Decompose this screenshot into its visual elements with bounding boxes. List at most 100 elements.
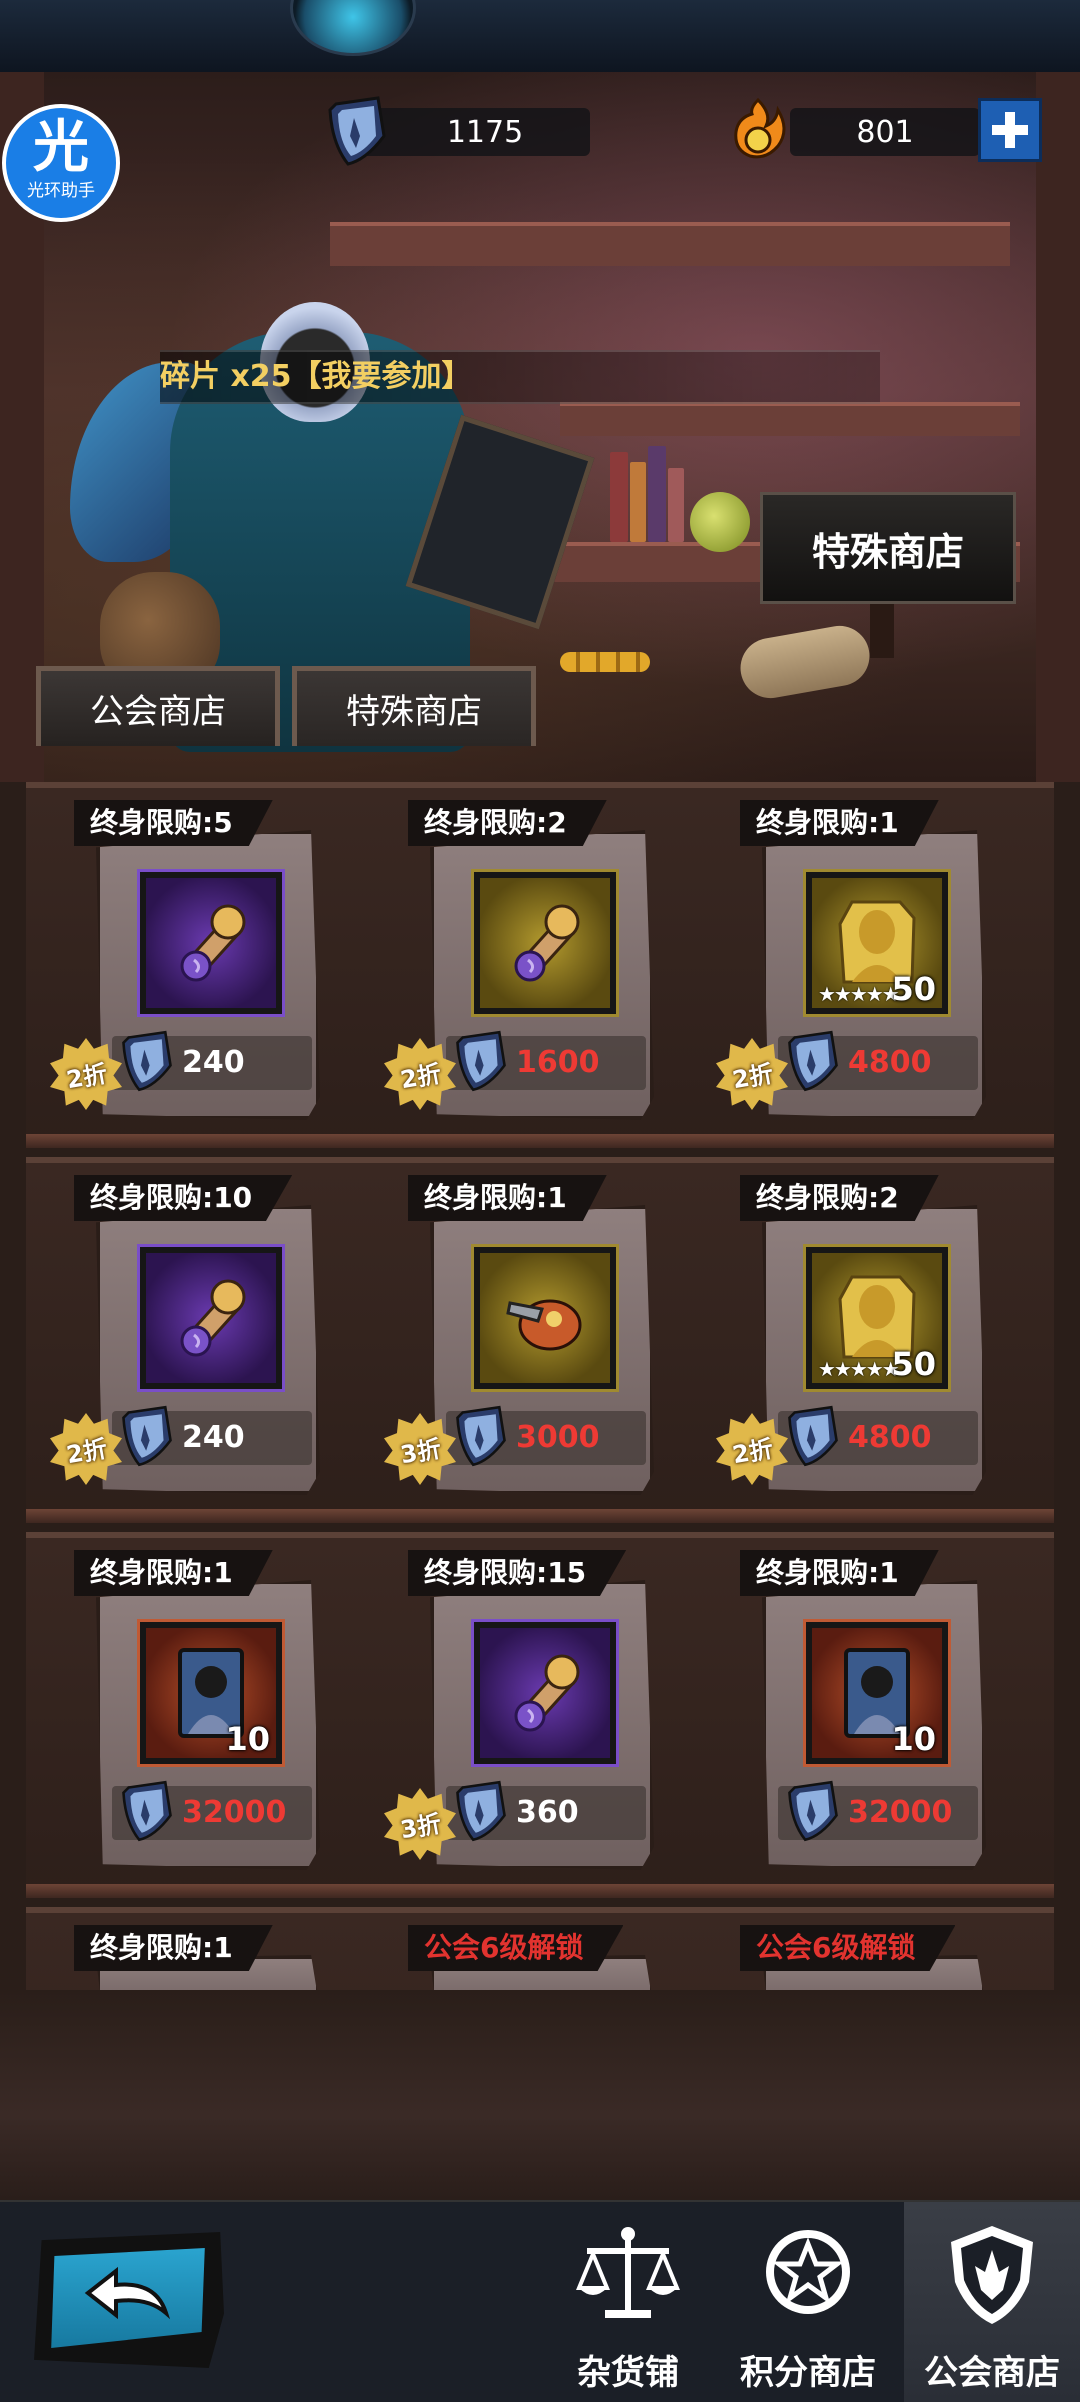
books [610, 442, 690, 542]
shield-coin-icon [122, 1780, 172, 1842]
purchase-limit-label: 终身限购:15 [408, 1550, 627, 1596]
price-tag[interactable]: 32000 [778, 1780, 978, 1842]
back-button-face [51, 2248, 205, 2348]
fire-currency-value: 801 [856, 114, 914, 150]
purchase-limit-label: 终身限购:5 [74, 800, 273, 846]
shield-coin-icon [788, 1405, 838, 1467]
potion-icon [690, 492, 750, 552]
helper-glyph: 光 [33, 115, 89, 180]
guild-shield-icon [951, 2226, 1033, 2324]
shield-coin-icon [456, 1405, 506, 1467]
star-badge-icon [766, 2230, 850, 2314]
nav-label: 杂货铺 [577, 2353, 679, 2393]
item-icon-frame[interactable] [137, 869, 285, 1017]
price-value: 1600 [516, 1045, 600, 1080]
price-tag[interactable]: 360 [446, 1780, 646, 1842]
price-value: 32000 [848, 1795, 953, 1830]
scroll-item-icon [490, 888, 600, 1002]
item-icon-frame[interactable] [137, 1244, 285, 1392]
item-icon-frame[interactable]: 10 [803, 1619, 951, 1767]
tab-guild-shop[interactable]: 公会商店 [36, 666, 280, 746]
star-rating: ★★★★★ [818, 1357, 900, 1381]
shelf [560, 402, 1020, 436]
discount-label: 3折 [397, 1434, 443, 1469]
add-currency-button[interactable] [978, 98, 1042, 162]
price-tag[interactable]: 3000 [446, 1405, 646, 1467]
wood-post [1036, 72, 1080, 782]
shield-coin-icon [456, 1030, 506, 1092]
item-icon-frame[interactable] [471, 1244, 619, 1392]
scroll-icon [735, 621, 875, 703]
event-ticker[interactable]: 碎片 x25【我要参加】 [160, 350, 880, 404]
shield-coin-icon [122, 1030, 172, 1092]
discount-label: 2折 [397, 1059, 443, 1094]
price-tag[interactable]: 240 [112, 1030, 312, 1092]
scroll-item-icon [156, 888, 266, 1002]
bottom-fade [0, 1990, 1080, 2200]
purchase-limit-label: 终身限购:10 [74, 1175, 293, 1221]
nav-grocery[interactable]: 杂货铺 [548, 2202, 708, 2402]
sign-label: 特殊商店 [811, 529, 964, 574]
discount-label: 2折 [729, 1059, 775, 1094]
shield-currency-value: 1175 [446, 114, 524, 150]
price-tag[interactable]: 4800 [778, 1030, 978, 1092]
item-icon-frame[interactable] [471, 1619, 619, 1767]
tab-label: 特殊商店 [346, 692, 482, 732]
item-count: 50 [891, 970, 936, 1008]
discount-label: 2折 [63, 1059, 109, 1094]
shield-coin-icon [456, 1780, 506, 1842]
tab-label: 公会商店 [90, 692, 226, 732]
top-strip [0, 0, 1080, 72]
price-tag[interactable]: 1600 [446, 1030, 646, 1092]
sign-post [870, 598, 894, 658]
fire-coin-icon [734, 97, 786, 159]
scroll-item-icon [156, 1263, 266, 1377]
item-icon-frame[interactable]: ★★★★★ 50 [803, 1244, 951, 1392]
helper-assistant-button[interactable]: 光 光环助手 [2, 104, 120, 222]
item-count: 10 [225, 1720, 270, 1758]
shield-coin-icon [122, 1405, 172, 1467]
special-shop-sign[interactable]: 特殊商店 [760, 492, 1016, 604]
price-value: 360 [516, 1795, 579, 1830]
nav-guild-shop[interactable]: 公会商店 [904, 2202, 1080, 2402]
item-icon-frame[interactable]: ★★★★★ 50 [803, 869, 951, 1017]
discount-label: 2折 [63, 1434, 109, 1469]
purchase-limit-label: 终身限购:1 [740, 1550, 939, 1596]
tab-special-shop[interactable]: 特殊商店 [292, 666, 536, 746]
star-rating: ★★★★★ [818, 982, 900, 1006]
purchase-limit-label: 终身限购:1 [74, 1925, 273, 1971]
unlock-requirement-label: 公会6级解锁 [408, 1925, 624, 1971]
item-count: 10 [891, 1720, 936, 1758]
nav-points-shop[interactable]: 积分商店 [728, 2202, 888, 2402]
fire-currency-bar: 801 [790, 108, 980, 156]
item-icon-frame[interactable]: 10 [137, 1619, 285, 1767]
ticker-text: 碎片 x25【我要参加】 [160, 359, 472, 394]
price-tag[interactable]: 32000 [112, 1780, 312, 1842]
purchase-limit-label: 终身限购:1 [74, 1550, 273, 1596]
item-count: 50 [891, 1345, 936, 1383]
back-button[interactable] [34, 2232, 224, 2368]
price-value: 32000 [182, 1795, 287, 1830]
shield-currency-bar: 1175 [360, 108, 590, 156]
discount-label: 3折 [397, 1809, 443, 1844]
price-value: 240 [182, 1045, 245, 1080]
scale-icon [576, 2227, 680, 2318]
gauntlet-item-icon [490, 1263, 600, 1377]
purchase-limit-label: 终身限购:2 [408, 800, 607, 846]
nav-label: 公会商店 [924, 2353, 1060, 2393]
nav-label: 积分商店 [740, 2353, 876, 2393]
bottom-nav: 杂货铺 积分商店 公会商店 [0, 2200, 1080, 2402]
mascot-icon[interactable] [290, 0, 416, 56]
back-arrow-icon [84, 2266, 171, 2320]
price-value: 4800 [848, 1045, 932, 1080]
price-tag[interactable]: 4800 [778, 1405, 978, 1467]
discount-label: 2折 [729, 1434, 775, 1469]
shield-coin-icon [788, 1030, 838, 1092]
purchase-limit-label: 终身限购:1 [408, 1175, 607, 1221]
shield-coin-icon [328, 96, 386, 166]
price-tag[interactable]: 240 [112, 1405, 312, 1467]
shelf [330, 222, 1010, 266]
unlock-requirement-label: 公会6级解锁 [740, 1925, 956, 1971]
coins-icon [560, 652, 650, 672]
item-icon-frame[interactable] [471, 869, 619, 1017]
